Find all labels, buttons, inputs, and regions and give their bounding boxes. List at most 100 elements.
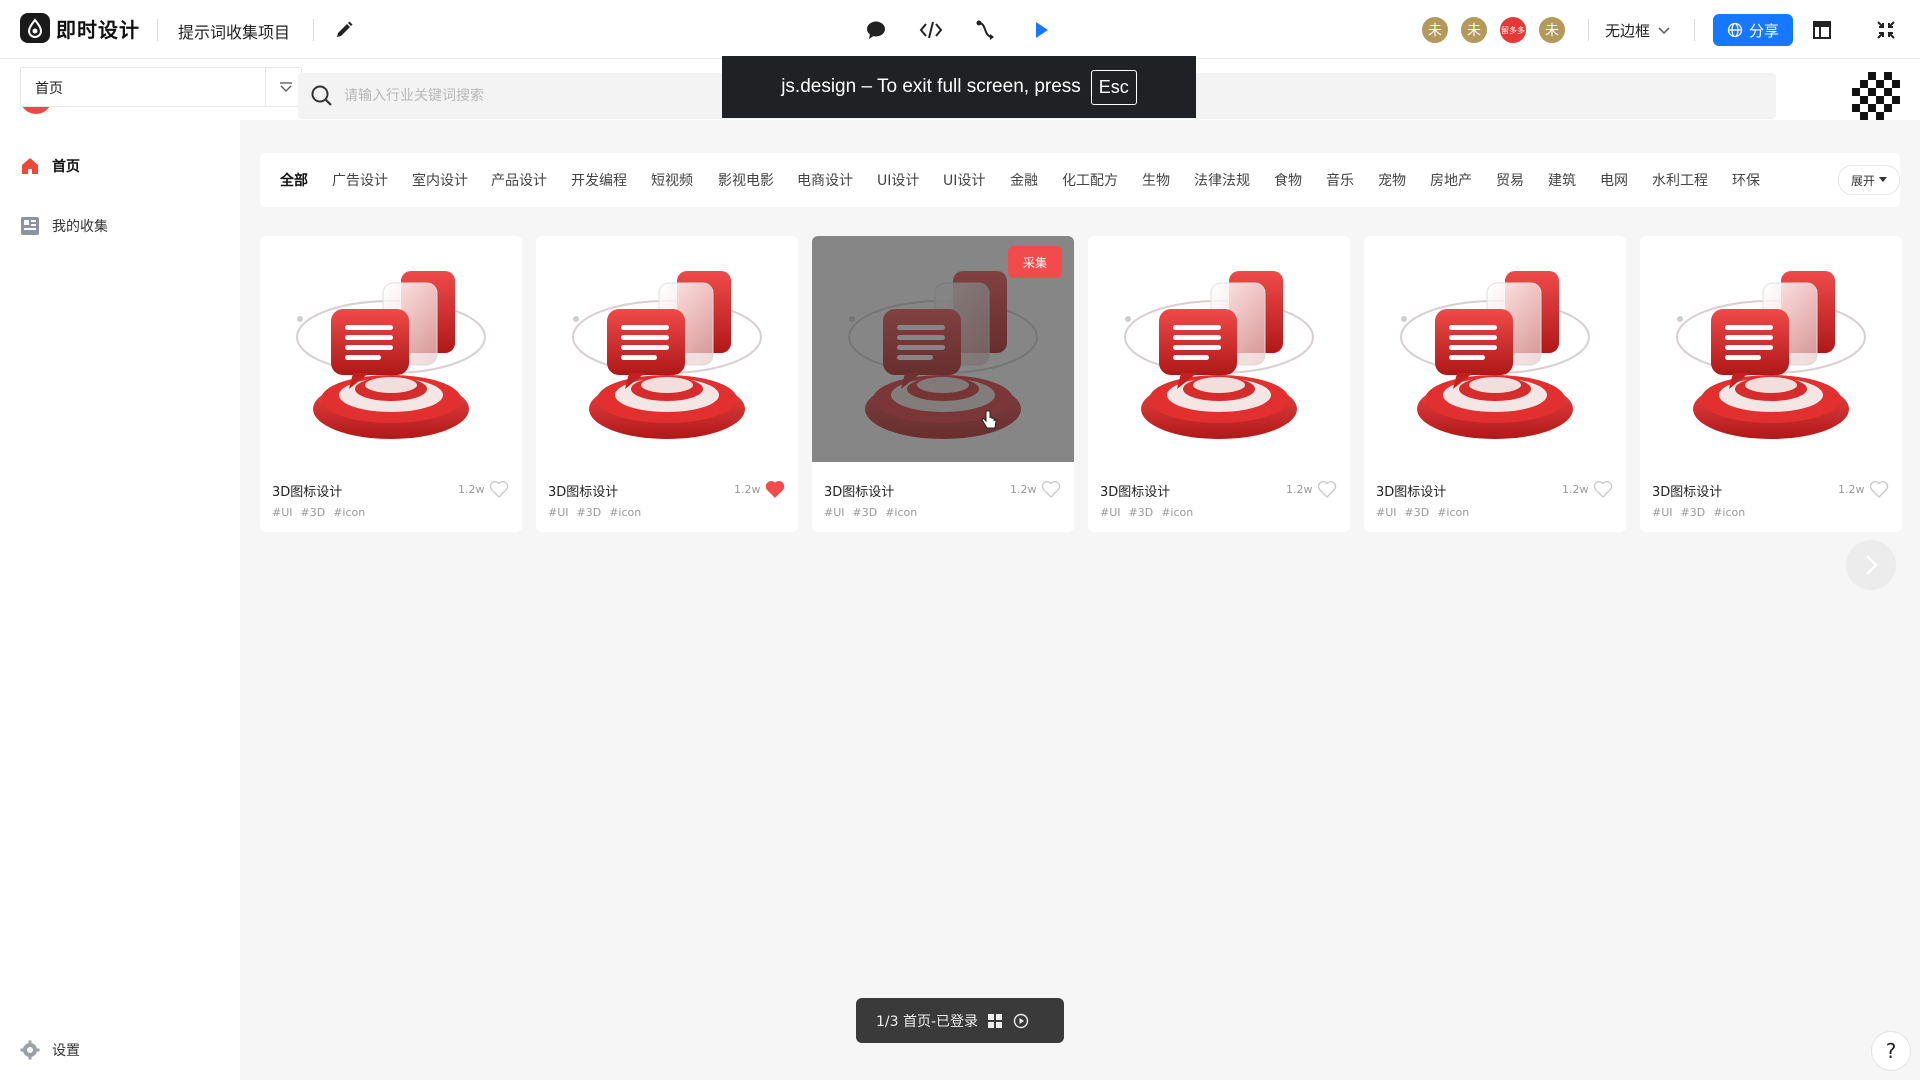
play-icon[interactable] <box>1027 16 1055 44</box>
tag[interactable]: #UI <box>272 506 293 519</box>
collect-button[interactable]: 采集 <box>1008 246 1062 278</box>
category-tab[interactable]: 广告设计 <box>332 170 388 190</box>
tag[interactable]: #icon <box>1437 506 1469 519</box>
frame-mode-select[interactable]: 无边框 <box>1605 20 1670 41</box>
category-tab[interactable]: 金融 <box>1010 170 1038 190</box>
chevron-down-icon[interactable] <box>277 78 295 96</box>
category-tab[interactable]: 环保 <box>1732 170 1760 190</box>
category-tab[interactable]: 影视电影 <box>718 170 774 190</box>
prototype-link-icon[interactable] <box>972 16 1000 44</box>
exit-fullscreen-icon[interactable] <box>1872 16 1900 44</box>
tag[interactable]: #3D <box>577 506 602 519</box>
category-tab[interactable]: 全部 <box>280 170 308 190</box>
avatar[interactable]: 未 <box>1459 15 1489 45</box>
category-tab[interactable]: 室内设计 <box>412 170 468 190</box>
category-tab[interactable]: 电商设计 <box>797 170 853 190</box>
category-tab[interactable]: UI设计 <box>943 170 985 190</box>
edit-icon[interactable] <box>332 18 356 42</box>
page-select[interactable]: 首页 <box>20 67 302 107</box>
category-tab[interactable]: 法律法规 <box>1194 170 1250 190</box>
search-icon <box>311 85 332 106</box>
code-icon[interactable] <box>917 16 945 44</box>
avatar[interactable]: 留多多 <box>1498 15 1528 45</box>
category-tab[interactable]: 水利工程 <box>1652 170 1708 190</box>
share-button[interactable]: 分享 <box>1713 14 1793 46</box>
carousel-next-button[interactable] <box>1846 540 1896 590</box>
category-tab[interactable]: 建筑 <box>1548 170 1576 190</box>
card-thumbnail <box>536 236 798 462</box>
heart-icon[interactable] <box>1593 480 1613 498</box>
prompt-card[interactable]: 3D图标设计 1.2w #UI #3D #icon <box>536 236 798 532</box>
card-tags: #UI #3D #icon <box>1100 506 1193 519</box>
tag[interactable]: #icon <box>885 506 917 519</box>
category-tab[interactable]: 生物 <box>1142 170 1170 190</box>
replay-icon[interactable] <box>1012 1012 1030 1030</box>
checker-logo-icon[interactable] <box>1852 72 1900 120</box>
3d-chat-icon <box>1124 270 1314 440</box>
prompt-card[interactable]: 3D图标设计 1.2w #UI #3D #icon <box>1640 236 1902 532</box>
page-indicator[interactable]: 1/3 首页-已登录 <box>856 998 1064 1043</box>
tag[interactable]: #UI <box>1376 506 1397 519</box>
tag[interactable]: #icon <box>1161 506 1193 519</box>
3d-chat-icon <box>1400 270 1590 440</box>
category-tab[interactable]: 产品设计 <box>491 170 547 190</box>
frame-mode-label: 无边框 <box>1605 22 1651 40</box>
category-tab[interactable]: 音乐 <box>1326 170 1354 190</box>
sidebar-item-collection[interactable]: 我的收集 <box>20 216 108 236</box>
tag[interactable]: #UI <box>548 506 569 519</box>
help-button[interactable]: ? <box>1871 1031 1911 1071</box>
sidebar-item-settings[interactable]: 设置 <box>20 1040 80 1060</box>
category-tab[interactable]: 房地产 <box>1430 170 1472 190</box>
card-thumbnail <box>260 236 522 462</box>
grid-icon[interactable] <box>986 1012 1004 1030</box>
sidebar: 首页 我的收集 设置 <box>0 120 240 1080</box>
prompt-card[interactable]: 采集 3D图标设计 1.2w #UI #3D #icon <box>812 236 1074 532</box>
sidebar-item-label: 我的收集 <box>52 219 108 235</box>
category-tab[interactable]: 宠物 <box>1378 170 1406 190</box>
divider <box>1588 19 1589 41</box>
category-tab[interactable]: 化工配方 <box>1062 170 1118 190</box>
avatar[interactable]: 未 <box>1420 15 1450 45</box>
category-tab[interactable]: 开发编程 <box>571 170 627 190</box>
3d-chat-icon <box>296 270 486 440</box>
tag[interactable]: #3D <box>1681 506 1706 519</box>
main-content: 全部 广告设计 室内设计 产品设计 开发编程 短视频 影视电影 电商设计 UI设… <box>240 120 1920 1080</box>
category-tab[interactable]: 贸易 <box>1496 170 1524 190</box>
tag[interactable]: #UI <box>824 506 845 519</box>
tag[interactable]: #3D <box>1129 506 1154 519</box>
tag[interactable]: #3D <box>853 506 878 519</box>
tag[interactable]: #icon <box>1713 506 1745 519</box>
heart-icon[interactable] <box>1317 480 1337 498</box>
tag[interactable]: #icon <box>609 506 641 519</box>
gear-icon <box>20 1040 40 1060</box>
heart-icon[interactable] <box>1041 480 1061 498</box>
comment-icon[interactable] <box>862 16 890 44</box>
chevron-right-icon <box>1866 555 1878 575</box>
tag[interactable]: #3D <box>1405 506 1430 519</box>
brand[interactable]: 即时设计 <box>20 13 140 43</box>
home-icon <box>22 158 38 174</box>
category-tab[interactable]: 短视频 <box>651 170 693 190</box>
prompt-card[interactable]: 3D图标设计 1.2w #UI #3D #icon <box>1364 236 1626 532</box>
heart-icon[interactable] <box>1869 480 1889 498</box>
category-tab[interactable]: UI设计 <box>877 170 919 190</box>
prompt-card[interactable]: 3D图标设计 1.2w #UI #3D #icon <box>260 236 522 532</box>
prompt-card[interactable]: 3D图标设计 1.2w #UI #3D #icon <box>1088 236 1350 532</box>
expand-categories-button[interactable]: 展开 <box>1838 165 1900 195</box>
divider <box>1694 19 1695 41</box>
tag[interactable]: #3D <box>301 506 326 519</box>
like-count: 1.2w <box>1838 483 1865 496</box>
heart-filled-icon[interactable] <box>765 480 785 498</box>
category-tab[interactable]: 食物 <box>1274 170 1302 190</box>
project-name[interactable]: 提示词收集项目 <box>178 19 290 43</box>
layout-icon[interactable] <box>1808 16 1836 44</box>
esc-key: Esc <box>1090 69 1137 105</box>
heart-icon[interactable] <box>489 480 509 498</box>
tag[interactable]: #UI <box>1100 506 1121 519</box>
category-tab[interactable]: 电网 <box>1600 170 1628 190</box>
sidebar-item-home[interactable]: 首页 <box>20 156 80 176</box>
avatar[interactable]: 未 <box>1537 15 1567 45</box>
tag[interactable]: #icon <box>333 506 365 519</box>
tag[interactable]: #UI <box>1652 506 1673 519</box>
caret-down-icon <box>1879 177 1887 182</box>
